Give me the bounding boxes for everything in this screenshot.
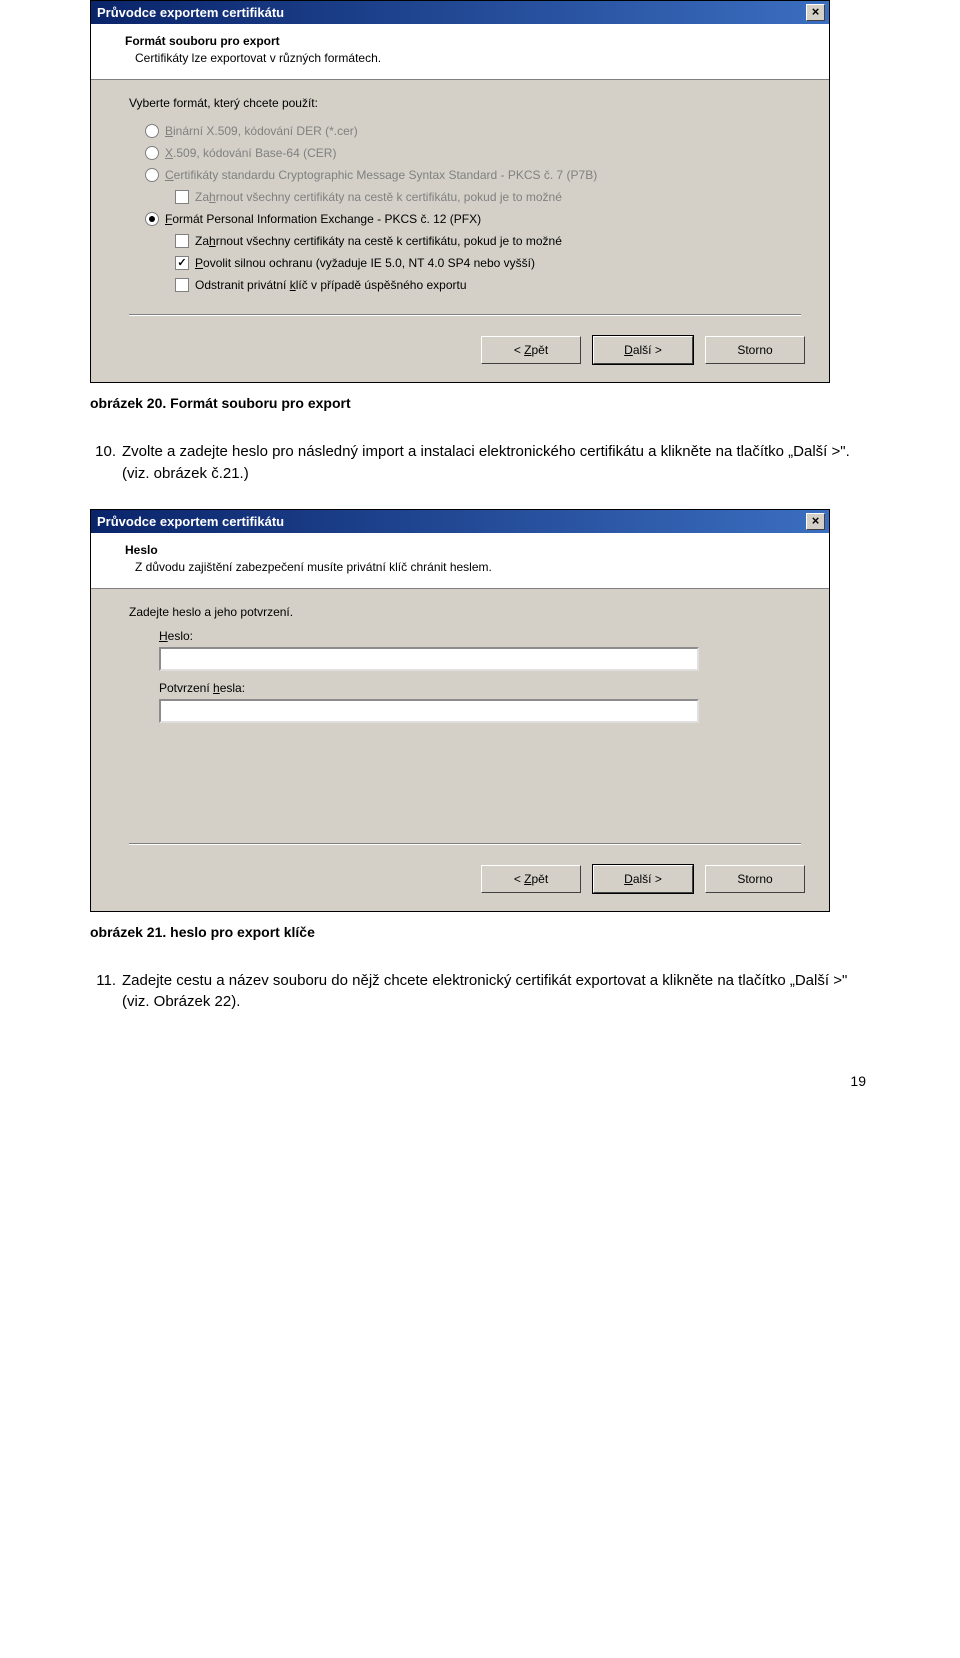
cancel-button[interactable]: Storno bbox=[705, 865, 805, 893]
radio-der: Binární X.509, kódování DER (*.cer) bbox=[129, 120, 801, 142]
dialog-password: Průvodce exportem certifikátu × Heslo Z … bbox=[90, 509, 830, 912]
radio-icon bbox=[145, 124, 159, 138]
header-subtitle: Z důvodu zajištění zabezpečení musíte pr… bbox=[125, 560, 807, 574]
confirm-password-input[interactable] bbox=[159, 699, 699, 723]
titlebar-text: Průvodce exportem certifikátu bbox=[97, 5, 284, 20]
button-row: < Zpět Další > Storno bbox=[91, 865, 829, 911]
dialog-header: Heslo Z důvodu zajištění zabezpečení mus… bbox=[91, 533, 829, 589]
caption-figure-20: obrázek 20. Formát souboru pro export bbox=[90, 395, 870, 411]
checkbox-icon: ✓ bbox=[175, 278, 189, 292]
header-title: Heslo bbox=[125, 543, 807, 557]
check-strong-protection[interactable]: ✓ Povolit silnou ochranu (vyžaduje IE 5.… bbox=[129, 252, 801, 274]
dialog-body: Zadejte heslo a jeho potvrzení. Heslo: P… bbox=[91, 589, 829, 865]
prompt: Vyberte formát, který chcete použít: bbox=[129, 96, 801, 110]
header-title: Formát souboru pro export bbox=[125, 34, 807, 48]
checkbox-icon: ✓ bbox=[175, 256, 189, 270]
radio-base64: X.509, kódování Base-64 (CER) bbox=[129, 142, 801, 164]
titlebar-text: Průvodce exportem certifikátu bbox=[97, 514, 284, 529]
checkbox-icon: ✓ bbox=[175, 234, 189, 248]
checkbox-icon: ✓ bbox=[175, 190, 189, 204]
separator bbox=[129, 843, 801, 845]
close-button[interactable]: × bbox=[806, 4, 825, 21]
prompt: Zadejte heslo a jeho potvrzení. bbox=[129, 605, 801, 619]
confirm-password-label: Potvrzení hesla: bbox=[159, 681, 801, 695]
check-delete-private-key[interactable]: ✓ Odstranit privátní klíč v případě úspě… bbox=[129, 274, 801, 296]
dialog-export-format: Průvodce exportem certifikátu × Formát s… bbox=[90, 0, 830, 383]
radio-icon bbox=[145, 212, 159, 226]
next-button[interactable]: Další > bbox=[593, 336, 693, 364]
radio-icon bbox=[145, 168, 159, 182]
step-text: Zvolte a zadejte heslo pro následný impo… bbox=[122, 441, 870, 485]
caption-figure-21: obrázek 21. heslo pro export klíče bbox=[90, 924, 870, 940]
close-button[interactable]: × bbox=[806, 513, 825, 530]
radio-pkcs12[interactable]: Formát Personal Information Exchange - P… bbox=[129, 208, 801, 230]
cancel-button[interactable]: Storno bbox=[705, 336, 805, 364]
instruction-step-10: 10. Zvolte a zadejte heslo pro následný … bbox=[90, 441, 870, 485]
step-text: Zadejte cestu a název souboru do nějž ch… bbox=[122, 970, 870, 1014]
dialog-body: Vyberte formát, který chcete použít: Bin… bbox=[91, 80, 829, 336]
separator bbox=[129, 314, 801, 316]
step-number: 10. bbox=[90, 441, 116, 485]
button-row: < Zpět Další > Storno bbox=[91, 336, 829, 382]
check-pkcs7-include-chain: ✓ Zahrnout všechny certifikáty na cestě … bbox=[129, 186, 801, 208]
radio-pkcs7: Certifikáty standardu Cryptographic Mess… bbox=[129, 164, 801, 186]
dialog-header: Formát souboru pro export Certifikáty lz… bbox=[91, 24, 829, 80]
header-subtitle: Certifikáty lze exportovat v různých for… bbox=[125, 51, 807, 65]
instruction-step-11: 11. Zadejte cestu a název souboru do něj… bbox=[90, 970, 870, 1014]
radio-icon bbox=[145, 146, 159, 160]
step-number: 11. bbox=[90, 970, 116, 1014]
titlebar: Průvodce exportem certifikátu × bbox=[91, 510, 829, 533]
password-input[interactable] bbox=[159, 647, 699, 671]
back-button[interactable]: < Zpět bbox=[481, 865, 581, 893]
check-pkcs12-include-chain[interactable]: ✓ Zahrnout všechny certifikáty na cestě … bbox=[129, 230, 801, 252]
page-number: 19 bbox=[90, 1073, 870, 1089]
back-button[interactable]: < Zpět bbox=[481, 336, 581, 364]
titlebar: Průvodce exportem certifikátu × bbox=[91, 1, 829, 24]
next-button[interactable]: Další > bbox=[593, 865, 693, 893]
password-label: Heslo: bbox=[159, 629, 801, 643]
